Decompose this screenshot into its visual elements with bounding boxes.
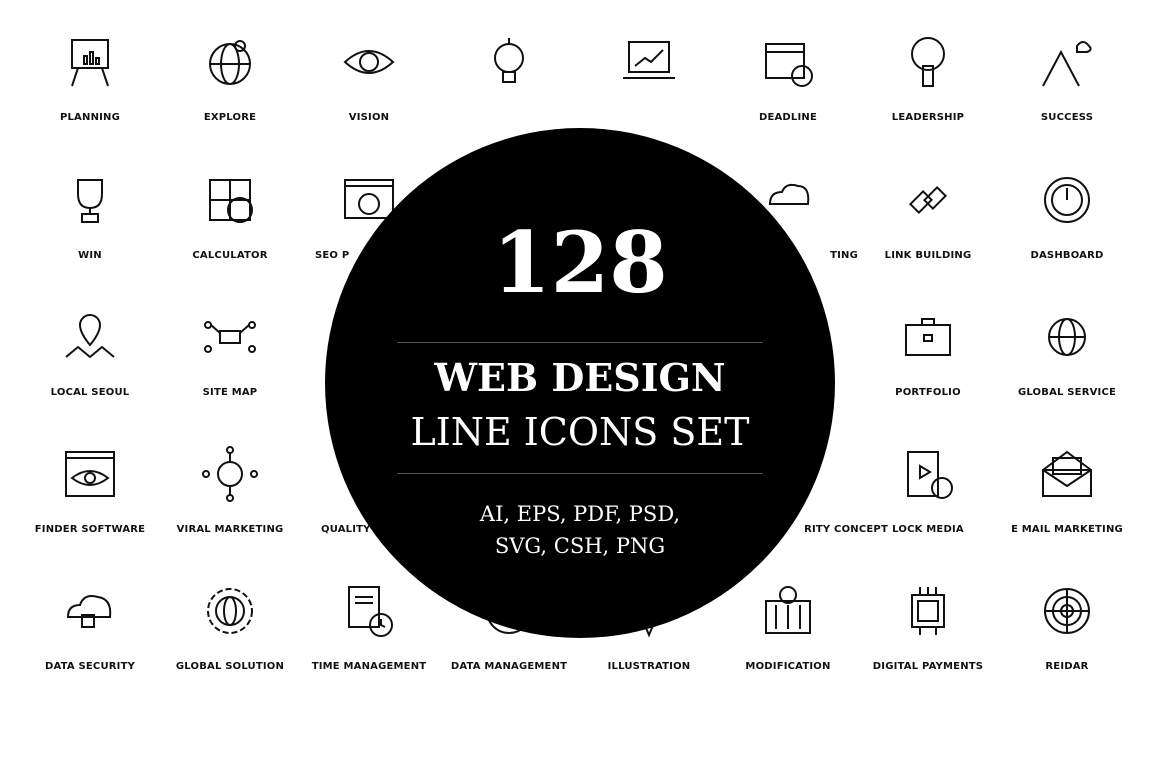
icon-label: SUCCESS — [1040, 112, 1094, 123]
icon-label: REIDAR — [1045, 661, 1089, 672]
icon-tile: VIRAL MARKETING — [160, 442, 300, 579]
icon-count: 128 — [492, 213, 668, 312]
icon-label: VISION — [348, 112, 390, 123]
calculator-icon — [209, 179, 253, 223]
map-pin-icon — [65, 314, 115, 359]
icon-tile: SUCCESS — [997, 30, 1137, 167]
icon-tile: DEADLINE — [718, 30, 858, 167]
trophy-icon — [77, 179, 103, 223]
icon-tile: LOCAL SEOUL — [20, 305, 160, 442]
icon-tile: E MAIL MARKETING — [997, 442, 1137, 579]
icon-label: SITE MAP — [202, 387, 258, 398]
icon-label: GLOBAL SERVICE — [1017, 387, 1117, 398]
icon-tile: REIDAR — [997, 579, 1137, 716]
viral-marketing-icon — [202, 446, 258, 502]
icon-label: DASHBOARD — [1030, 250, 1104, 261]
formats-line-1: AI, EPS, PDF, PSD, — [479, 502, 681, 526]
icon-tile: DATA SECURITY — [20, 579, 160, 716]
planning-icon — [71, 39, 109, 87]
icon-label: E MAIL MARKETING — [1011, 524, 1123, 535]
icon-tile: LEADERSHIP — [858, 30, 998, 167]
laptop-chart-icon — [623, 41, 675, 79]
icon-label: VIRAL MARKETING — [176, 524, 284, 535]
divider-bottom — [397, 473, 763, 474]
deadline-icon — [765, 43, 813, 87]
badge-subtitle: LINE ICONS SET — [410, 410, 750, 454]
dashboard-icon — [1044, 177, 1090, 223]
icon-tile: EXPLORE — [160, 30, 300, 167]
icon-tile: DASHBOARD — [997, 168, 1137, 305]
link-building-icon — [908, 185, 948, 215]
icon-tile: LOCK MEDIA — [858, 442, 998, 579]
sliders-icon — [765, 586, 811, 634]
formats-line-2: SVG, CSH, PNG — [494, 534, 666, 558]
title-badge-circle: 128 WEB DESIGN LINE ICONS SET AI, EPS, P… — [325, 128, 835, 638]
icon-set-banner: PLANNING EXPLORE VISION DEADLINE LEADERSHIP S… — [0, 0, 1160, 772]
leadership-icon — [911, 37, 945, 87]
lock-media-icon — [907, 451, 953, 499]
icon-tile: WIN — [20, 168, 160, 305]
icon-tile: LINK BUILDING — [858, 168, 998, 305]
icon-tile: PORTFOLIO — [858, 305, 998, 442]
divider-top — [397, 342, 763, 343]
icon-tile: MODIFICATION — [718, 579, 858, 716]
chip-dollar-icon — [911, 587, 945, 635]
document-clock-icon — [348, 586, 393, 637]
lightbulb-icon — [494, 38, 524, 83]
site-map-icon — [204, 321, 256, 353]
finder-software-icon — [65, 451, 115, 497]
badge-title: WEB DESIGN — [434, 355, 726, 400]
icon-tile: SITE MAP — [160, 305, 300, 442]
vision-icon — [343, 50, 395, 74]
envelope-icon — [1042, 450, 1092, 497]
global-service-icon — [1048, 318, 1086, 356]
explore-icon — [209, 40, 251, 85]
icon-tile: GLOBAL SERVICE — [997, 305, 1137, 442]
icon-tile: TIME MANAGEMENT — [299, 579, 439, 716]
global-gear-icon — [207, 588, 253, 634]
icon-tile: FINDER SOFTWARE — [20, 442, 160, 579]
cloud-lock-icon — [66, 595, 112, 628]
success-icon — [1042, 41, 1092, 87]
portfolio-icon — [905, 318, 951, 356]
icon-tile: DIGITAL PAYMENTS — [858, 579, 998, 716]
icon-tile: CALCULATOR — [160, 168, 300, 305]
icon-tile: VISION — [299, 30, 439, 167]
icon-tile: PLANNING — [20, 30, 160, 167]
icon-label: CALCULATOR — [192, 250, 268, 261]
radar-icon — [1044, 588, 1090, 634]
icon-tile: GLOBAL SOLUTION — [160, 579, 300, 716]
